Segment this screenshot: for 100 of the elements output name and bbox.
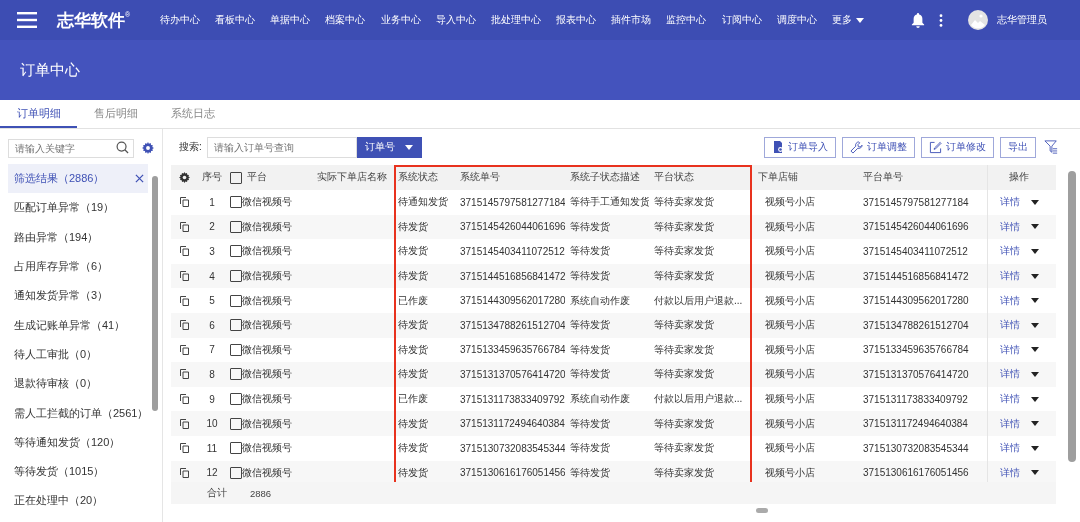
caret-icon[interactable]: [1031, 224, 1039, 230]
bell-icon[interactable]: [911, 12, 925, 28]
details-link[interactable]: 详情: [1000, 465, 1020, 480]
filter-item[interactable]: 需人工拦截的订单（2561）: [8, 398, 148, 428]
column-header[interactable]: 平台状态: [649, 165, 753, 190]
filter-item[interactable]: 退款待审核（0）: [8, 369, 148, 399]
nav-link[interactable]: 单据中心: [262, 13, 318, 27]
column-header[interactable]: 平台: [247, 171, 267, 184]
filter-item[interactable]: 通知发货异常（3）: [8, 281, 148, 311]
copy-icon[interactable]: [179, 295, 189, 306]
filter-item[interactable]: 匹配订单异常（19）: [8, 193, 148, 223]
more-menu[interactable]: 更多: [824, 13, 872, 27]
copy-icon[interactable]: [179, 467, 189, 478]
toolbar-button[interactable]: 订单调整: [842, 136, 915, 158]
toolbar-button[interactable]: 导出: [1000, 136, 1036, 158]
more-options-icon[interactable]: [939, 13, 943, 27]
checkbox[interactable]: [230, 171, 242, 184]
filter-icon[interactable]: [1044, 140, 1058, 154]
page-scrollbar[interactable]: [1068, 171, 1076, 462]
details-link[interactable]: 详情: [1000, 367, 1020, 382]
search-type-dropdown[interactable]: 订单号: [356, 136, 422, 158]
column-header[interactable]: 平台单号: [863, 165, 987, 190]
checkbox[interactable]: [230, 466, 242, 479]
copy-icon[interactable]: [179, 197, 189, 208]
details-link[interactable]: 详情: [1000, 441, 1020, 456]
caret-icon[interactable]: [1031, 298, 1039, 304]
copy-icon[interactable]: [179, 221, 189, 232]
close-icon[interactable]: [135, 174, 144, 184]
nav-link[interactable]: 报表中心: [548, 13, 604, 27]
table-row[interactable]: 8 微信视频号 待发货 3715131370576414720 等待发货 等待卖家发货 视频号小店 3715131370576414720 详情: [171, 362, 1056, 387]
settings-icon[interactable]: [142, 141, 154, 154]
checkbox[interactable]: [230, 417, 242, 430]
filter-item[interactable]: 路由异常（194）: [8, 222, 148, 252]
checkbox[interactable]: [230, 220, 242, 233]
caret-icon[interactable]: [1031, 396, 1039, 402]
table-row[interactable]: 2 微信视频号 待发货 3715145426044061696 等待发货 等待卖家发货 视频号小店 3715145426044061696 详情: [171, 214, 1056, 240]
details-link[interactable]: 详情: [1000, 293, 1020, 308]
details-link[interactable]: 详情: [1000, 318, 1020, 333]
nav-link[interactable]: 插件市场: [603, 13, 659, 27]
details-link[interactable]: 详情: [1000, 416, 1020, 431]
checkbox[interactable]: [230, 270, 242, 283]
user-name[interactable]: 志华管理员: [997, 13, 1047, 27]
filter-item[interactable]: 生成记账单异常（41）: [8, 310, 148, 340]
table-row[interactable]: 4 微信视频号 待发货 3715144516856841472 等待发货 等待卖家发货 视频号小店 3715144516856841472 详情: [171, 263, 1056, 289]
caret-icon[interactable]: [856, 17, 864, 23]
column-header[interactable]: 实际下单店名称: [317, 165, 393, 190]
details-link[interactable]: 详情: [1000, 269, 1020, 284]
nav-link[interactable]: 订阅中心: [714, 13, 770, 27]
document-icon[interactable]: [772, 141, 784, 153]
caret-icon[interactable]: [404, 144, 413, 150]
details-link[interactable]: 详情: [1000, 219, 1020, 234]
column-header[interactable]: 系统单号: [455, 165, 565, 190]
nav-link[interactable]: 监控中心: [658, 13, 715, 27]
edit-icon[interactable]: [929, 140, 942, 154]
caret-icon[interactable]: [1031, 371, 1039, 377]
checkbox[interactable]: [230, 294, 242, 307]
nav-link[interactable]: 批处理中心: [483, 13, 549, 27]
details-link[interactable]: 详情: [1000, 392, 1020, 407]
caret-icon[interactable]: [1031, 421, 1039, 427]
caret-icon[interactable]: [1031, 445, 1039, 451]
wrench-icon[interactable]: [850, 140, 863, 154]
copy-icon[interactable]: [179, 418, 189, 429]
caret-icon[interactable]: [1031, 249, 1039, 254]
checkbox[interactable]: [230, 442, 242, 455]
nav-link[interactable]: 待办中心: [152, 13, 208, 27]
table-row[interactable]: 10 微信视频号 待发货 3715131172494640384 等待发货 等待卖家发货 视频号小店 3715131172494640384 详情: [171, 411, 1056, 436]
nav-link[interactable]: 导入中心: [428, 13, 484, 27]
tab[interactable]: 系统日志: [154, 100, 231, 128]
copy-icon[interactable]: [179, 394, 189, 405]
copy-icon[interactable]: [179, 443, 189, 454]
checkbox[interactable]: [230, 319, 242, 332]
copy-icon[interactable]: [179, 344, 189, 355]
filter-item[interactable]: 待人工审批（0）: [8, 339, 148, 370]
filter-item[interactable]: 占用库存异常（6）: [8, 251, 148, 282]
checkbox[interactable]: [230, 196, 242, 209]
filter-item[interactable]: 等待发货（1015）: [8, 456, 148, 487]
caret-icon[interactable]: [1031, 347, 1039, 353]
toolbar-button[interactable]: 订单修改: [921, 136, 994, 158]
caret-icon[interactable]: [1031, 470, 1039, 476]
checkbox[interactable]: [230, 245, 242, 258]
nav-link[interactable]: 调度中心: [769, 13, 825, 27]
tab[interactable]: 售后明细: [77, 100, 154, 128]
caret-icon[interactable]: [1031, 273, 1039, 279]
filter-item[interactable]: 正在处理中（20）: [8, 486, 148, 516]
search-icon[interactable]: [116, 141, 129, 154]
caret-icon[interactable]: [1031, 199, 1039, 205]
column-header[interactable]: 下单店铺: [753, 165, 863, 190]
copy-icon[interactable]: [179, 369, 189, 380]
column-header[interactable]: 系统状态: [393, 165, 455, 190]
details-link[interactable]: 详情: [1000, 195, 1020, 210]
checkbox[interactable]: [230, 343, 242, 356]
caret-icon[interactable]: [1031, 322, 1039, 328]
copy-icon[interactable]: [179, 246, 189, 257]
menu-icon[interactable]: [17, 12, 37, 28]
checkbox[interactable]: [230, 368, 242, 381]
nav-link[interactable]: 看板中心: [207, 13, 263, 27]
details-link[interactable]: 详情: [1000, 244, 1020, 259]
order-search-field[interactable]: 请输入订单号查询: [206, 136, 357, 158]
table-row[interactable]: 12 微信视频号 待发货 3715130616176051456 等待发货 等待卖家发货 视频号小店 3715130616176051456 详情: [171, 460, 1056, 482]
filter-item[interactable]: 等待通知发货（120）: [8, 427, 148, 457]
